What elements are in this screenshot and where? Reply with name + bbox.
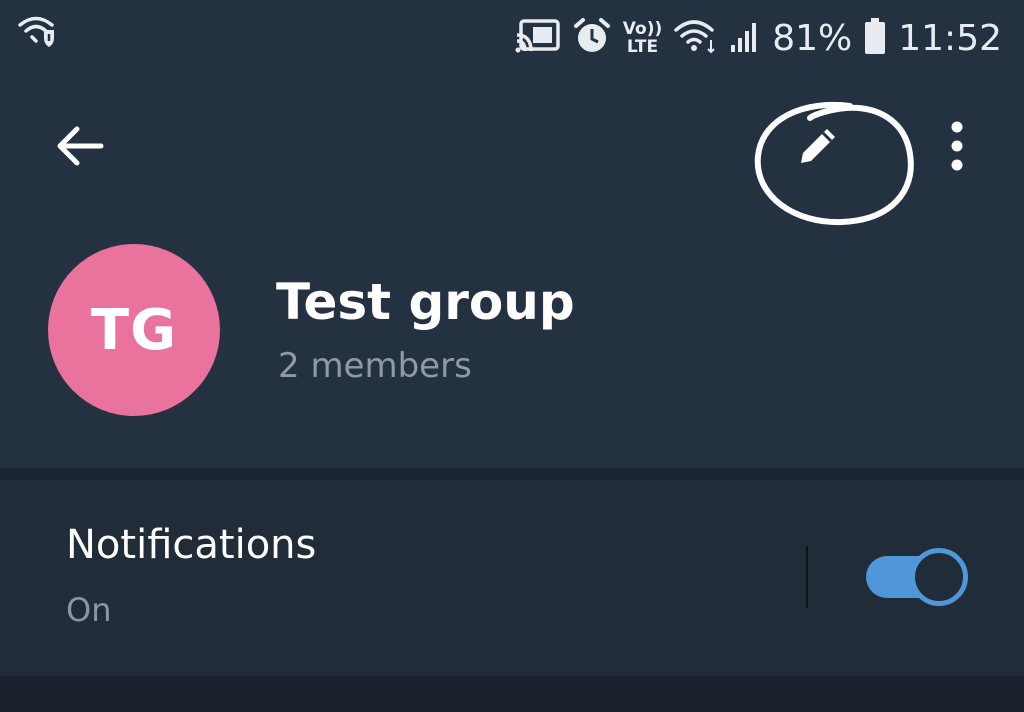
cast-icon <box>515 18 561 59</box>
notifications-row[interactable]: Notifications On <box>0 480 1024 676</box>
notifications-label: Notifications <box>66 522 317 568</box>
battery-icon <box>864 17 886 60</box>
battery-percent: 81% <box>772 17 853 59</box>
toolbar <box>0 80 1024 220</box>
avatar-initials: TG <box>90 297 178 363</box>
group-profile-header: TG Test group 2 members <box>0 220 1024 478</box>
more-options-button[interactable] <box>922 110 992 186</box>
avatar[interactable]: TG <box>48 244 220 416</box>
group-info-screen: Vo)) LTE 81% 11:52 TG Test group 2 membe… <box>0 0 1024 712</box>
status-bar: Vo)) LTE 81% 11:52 <box>0 0 1024 80</box>
volte-label: Vo)) <box>622 19 663 39</box>
signal-icon <box>730 18 760 59</box>
pencil-icon <box>793 121 843 176</box>
section-separator <box>0 468 1024 480</box>
clock: 11:52 <box>898 17 1002 59</box>
status-bar-left <box>18 14 58 53</box>
bottom-section <box>0 676 1024 712</box>
wifi-icon <box>674 18 718 59</box>
row-divider <box>806 546 808 608</box>
status-bar-right: Vo)) LTE 81% 11:52 <box>515 10 1002 66</box>
notifications-status: On <box>66 591 112 629</box>
notifications-toggle[interactable] <box>866 548 968 606</box>
member-count: 2 members <box>278 346 472 386</box>
back-arrow-icon <box>55 124 105 173</box>
wifi-shield-icon <box>18 16 58 52</box>
toggle-knob <box>910 548 968 606</box>
alarm-icon <box>573 17 611 60</box>
lte-label: LTE <box>626 37 659 57</box>
back-button[interactable] <box>42 110 118 186</box>
group-name: Test group <box>276 273 575 331</box>
volte-icon: Vo)) LTE <box>623 20 662 56</box>
edit-button[interactable] <box>768 106 868 190</box>
more-vertical-icon <box>947 118 967 179</box>
